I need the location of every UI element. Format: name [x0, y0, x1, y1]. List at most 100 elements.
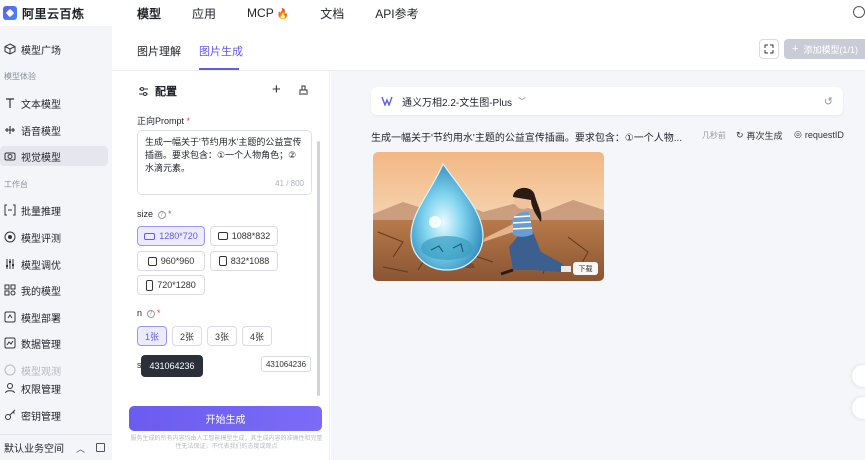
sidebar-item-batch-inference[interactable]: 批量推理: [0, 200, 108, 220]
ratio-portrait-icon: [146, 279, 154, 291]
reset-icon[interactable]: ↺: [824, 95, 833, 108]
request-id-button[interactable]: ◎ requestID: [794, 129, 844, 140]
logo-text: 阿里云百炼: [22, 6, 85, 21]
topnav-api[interactable]: API参考: [375, 5, 418, 22]
n-option-1[interactable]: 1张: [137, 326, 167, 346]
prompt-input[interactable]: 生成一幅关于'节约用水'主题的公益宣传插画。要求包含：①一个人物角色；②水滴元素…: [137, 130, 312, 195]
size-option-1280x720[interactable]: 1280*720: [137, 226, 205, 246]
sidebar-item-permission[interactable]: 权限管理: [0, 378, 108, 398]
sidebar-item-vision-model[interactable]: 视觉模型: [0, 146, 108, 166]
add-model-label: 添加模型(1/1): [803, 44, 858, 55]
sidebar-item-my-models[interactable]: 我的模型: [0, 280, 108, 300]
monitor-icon: [4, 364, 16, 376]
n-option-4[interactable]: 4张: [242, 326, 272, 346]
sidebar-item-model-monitor[interactable]: 模型观测: [0, 360, 108, 380]
result-timestamp: 几秒前: [702, 131, 726, 140]
size-option-label: 720*1280: [157, 280, 196, 290]
prompt-char-count: 41 / 800: [275, 179, 304, 188]
fullscreen-icon: [764, 44, 774, 54]
seed-input[interactable]: 431064236: [261, 356, 311, 372]
side-handle-bottom[interactable]: [852, 397, 865, 419]
size-option-960x960[interactable]: 960*960: [137, 251, 205, 271]
topnav-mcp-label: MCP: [247, 6, 274, 20]
required-mark: *: [186, 116, 191, 126]
size-option-720x1280[interactable]: 720*1280: [137, 275, 205, 295]
size-option-label: 1088*832: [231, 231, 271, 241]
sidebar-item-label: 权限管理: [21, 384, 61, 396]
n-option-2[interactable]: 2张: [172, 326, 202, 346]
topnav-mcp[interactable]: MCP 🔥: [247, 6, 289, 20]
sidebar-item-text-model[interactable]: 文本模型: [0, 93, 108, 113]
topnav-docs[interactable]: 文档: [320, 5, 344, 22]
add-icon[interactable]: +: [272, 81, 281, 98]
ratio-landscape-icon: [144, 232, 156, 240]
clear-icon[interactable]: [298, 84, 309, 95]
n-option-3[interactable]: 3张: [207, 326, 237, 346]
sidebar-item-label: 语音模型: [21, 126, 61, 138]
generated-illustration: [373, 152, 604, 281]
sidebar: 模型广场 模型体验 文本模型 语音模型 视觉模型 工作台 批量推理 模型评测 模…: [0, 26, 112, 460]
add-model-button[interactable]: + 添加模型(1/1): [784, 39, 865, 59]
sidebar-item-voice-model[interactable]: 语音模型: [0, 120, 108, 140]
target-icon: [4, 231, 16, 243]
logo[interactable]: 阿里云百炼: [3, 5, 123, 22]
regenerate-button[interactable]: ↻ 再次生成: [736, 129, 783, 142]
workspace-label: 默认业务空间: [4, 444, 64, 455]
generated-image[interactable]: 下载: [373, 152, 604, 281]
result-panel: 通义万相2.2-文生图-Plus ﹀ ↺ 生成一幅关于'节约用水'主题的公益宣传…: [331, 71, 865, 460]
config-scrollbar[interactable]: [317, 141, 320, 396]
help-icon[interactable]: ?: [157, 210, 166, 219]
size-option-1088x832[interactable]: 1088*832: [210, 226, 278, 246]
sidebar-item-label: 模型评测: [21, 233, 61, 245]
logo-icon: [3, 6, 17, 20]
fire-icon: 🔥: [276, 9, 290, 20]
sidebar-item-data-manage[interactable]: 数据管理: [0, 333, 108, 353]
sidebar-item-model-deploy[interactable]: 模型部署: [0, 307, 108, 327]
ratio-icon: [217, 232, 228, 240]
model-logo-icon: [381, 96, 393, 106]
size-option-label: 832*1088: [230, 256, 270, 266]
sidebar-item-model-square[interactable]: 模型广场: [0, 39, 108, 59]
chevron-up-icon[interactable]: ︿: [76, 442, 85, 455]
plus-icon: +: [792, 43, 799, 55]
text-icon: [4, 97, 16, 109]
size-option-832x1088[interactable]: 832*1088: [210, 251, 278, 271]
size-label-text: size: [137, 209, 154, 219]
top-bar: 阿里云百炼 模型 应用 MCP 🔥 文档 API参考: [0, 0, 865, 26]
fullscreen-button[interactable]: [759, 39, 779, 59]
key-icon: [4, 409, 16, 421]
deploy-icon: [4, 311, 16, 323]
active-tab-indicator: [199, 68, 239, 70]
required-mark: *: [168, 209, 172, 219]
tab-image-understanding[interactable]: 图片理解: [137, 43, 181, 59]
required-mark: *: [157, 308, 161, 318]
size-option-label: 1280*720: [159, 231, 198, 241]
tab-image-generation[interactable]: 图片生成: [199, 43, 243, 59]
help-icon[interactable]: ?: [146, 309, 155, 318]
generate-button[interactable]: 开始生成: [129, 406, 322, 431]
collapse-sidebar-icon[interactable]: [96, 443, 105, 452]
brackets-icon: [4, 204, 16, 216]
topnav-apps[interactable]: 应用: [192, 5, 216, 22]
sidebar-item-label: 我的模型: [21, 286, 61, 298]
settings-icon[interactable]: [853, 6, 865, 18]
top-nav: 模型 应用 MCP 🔥 文档 API参考: [137, 5, 450, 22]
sidebar-item-label: 模型广场: [21, 45, 61, 57]
sidebar-item-label: 批量推理: [21, 206, 61, 218]
seed-tooltip: 431064236: [141, 355, 203, 377]
workspace-switcher[interactable]: 默认业务空间 ︿: [0, 434, 112, 460]
regenerate-label: 再次生成: [746, 131, 783, 141]
sidebar-item-model-tune[interactable]: 模型调优: [0, 254, 108, 274]
n-label: n ? *: [137, 308, 161, 318]
sidebar-item-key-manage[interactable]: 密钥管理: [0, 405, 108, 425]
side-handle-top[interactable]: [852, 365, 865, 387]
size-option-label: 960*960: [160, 256, 195, 266]
size-label: size ? *: [137, 209, 172, 219]
camera-icon: [4, 150, 16, 162]
topnav-models[interactable]: 模型: [137, 5, 161, 22]
sidebar-item-model-eval[interactable]: 模型评测: [0, 227, 108, 247]
download-button[interactable]: 下载: [573, 262, 598, 275]
sidebar-item-label: 数据管理: [21, 339, 61, 351]
model-selector[interactable]: 通义万相2.2-文生图-Plus ﹀ ↺: [371, 87, 843, 115]
prompt-text: 生成一幅关于'节约用水'主题的公益宣传插画。要求包含：①一个人物角色；②水滴元素…: [145, 137, 302, 173]
